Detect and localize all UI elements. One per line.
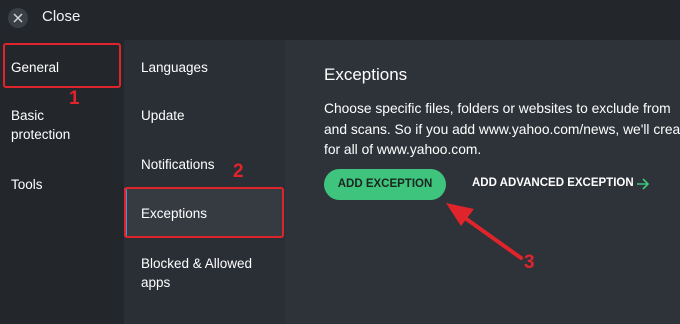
annotation-arrow xyxy=(446,203,523,260)
